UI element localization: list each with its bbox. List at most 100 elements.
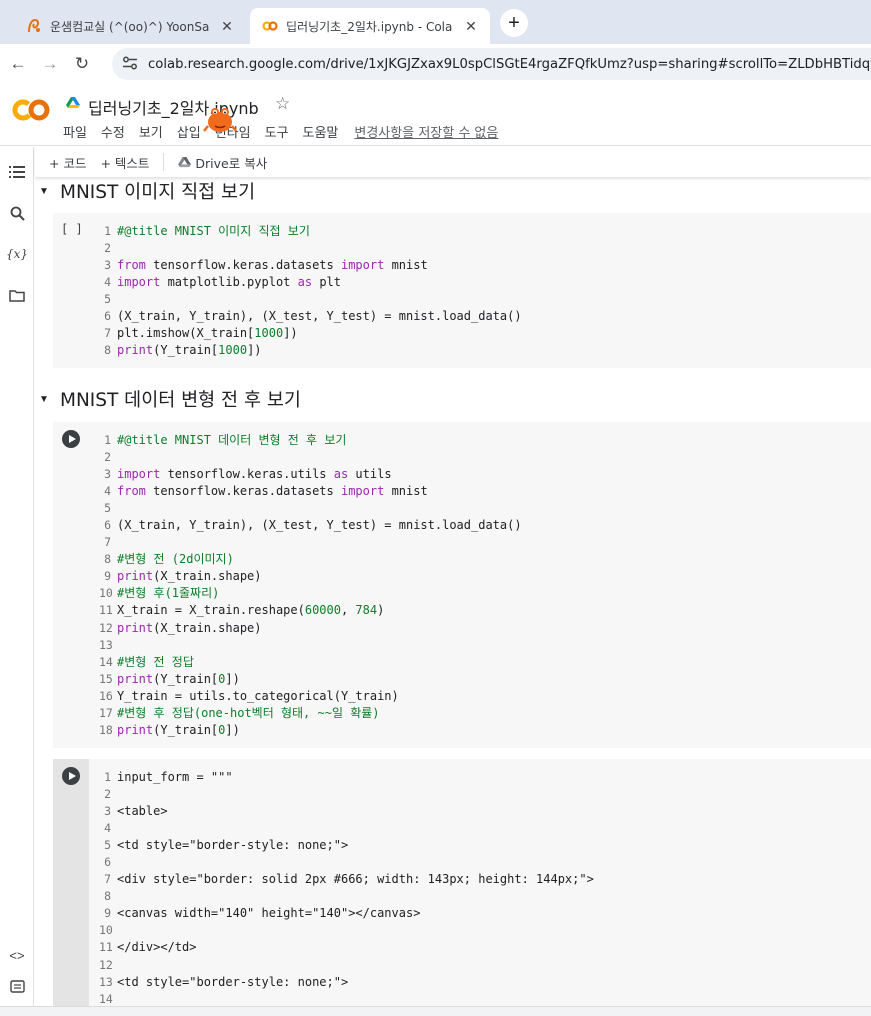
add-code-button[interactable]: + 코드 xyxy=(49,153,86,172)
line-text: </div></td> xyxy=(117,940,197,955)
code-line[interactable]: 5 <td style="border-style: none;"> xyxy=(99,837,594,854)
code-line[interactable]: 9 print(X_train.shape) xyxy=(99,568,522,585)
cell-execution-indicator[interactable]: [ ] xyxy=(61,222,83,236)
code-line[interactable]: 4 from tensorflow.keras.datasets import m… xyxy=(99,483,522,500)
run-cell-button[interactable] xyxy=(62,430,80,448)
code-line[interactable]: 17 #변형 후 정답(one-hot벡터 형태, ~~일 확률) xyxy=(99,705,522,722)
code-line[interactable]: 6 (X_train, Y_train), (X_test, Y_test) = … xyxy=(99,308,522,325)
code-cell[interactable]: 1 #@title MNIST 데이터 변형 전 후 보기 2 3 import ten… xyxy=(53,422,871,748)
line-text: import tensorflow.keras.utils as utils xyxy=(117,467,392,482)
menu-edit[interactable]: 수정 xyxy=(101,122,125,141)
code-snippets-icon[interactable]: <> xyxy=(7,945,27,965)
code-line[interactable]: 1 #@title MNIST 데이터 변형 전 후 보기 xyxy=(99,432,522,449)
code-line[interactable]: 14 #변형 전 정답 xyxy=(99,654,522,671)
code-line[interactable]: 14 xyxy=(99,991,594,1006)
site-info-icon[interactable] xyxy=(122,56,138,73)
tab-close-icon[interactable]: ✕ xyxy=(218,17,236,35)
address-bar[interactable]: colab.research.google.com/drive/1xJKGJZx… xyxy=(112,48,871,80)
code-line[interactable]: 11 </div></td> xyxy=(99,939,594,956)
code-line[interactable]: 6 xyxy=(99,854,594,871)
code-line[interactable]: 2 xyxy=(99,240,522,257)
menu-tools[interactable]: 도구 xyxy=(265,122,289,141)
browser-tab-colab[interactable]: 딥러닝기초_2일차.ipynb - Cola ✕ xyxy=(250,8,490,44)
code-line[interactable]: 11 X_train = X_train.reshape(60000, 784) xyxy=(99,602,522,619)
code-line[interactable]: 9 <canvas width="140" height="140"></canv… xyxy=(99,905,594,922)
code-line[interactable]: 3 <table> xyxy=(99,803,594,820)
code-cell[interactable]: 1 input_form = """ 2 3 <table> 4 5 <td style="b… xyxy=(53,759,871,1006)
code-line[interactable]: 8 print(Y_train[1000]) xyxy=(99,342,522,359)
new-tab-button[interactable]: + xyxy=(500,9,528,37)
line-text: print(Y_train[0]) xyxy=(117,722,240,737)
collapse-caret-icon[interactable]: ▼ xyxy=(39,186,57,197)
line-text: print(X_train.shape) xyxy=(117,620,262,635)
command-palette-icon[interactable] xyxy=(7,976,27,996)
line-number: 10 xyxy=(99,923,113,938)
folder-icon[interactable] xyxy=(7,285,27,305)
code-line[interactable]: 8 #변형 전 (2d이미지) xyxy=(99,551,522,568)
cell-gutter xyxy=(53,422,89,748)
code-line[interactable]: 13 xyxy=(99,637,522,654)
line-text: <td style="border-style: none;"> xyxy=(117,838,349,853)
collapse-caret-icon[interactable]: ▼ xyxy=(39,394,57,405)
code-line[interactable]: 1 #@title MNIST 이미지 직접 보기 xyxy=(99,223,522,240)
code-line[interactable]: 15 print(Y_train[0]) xyxy=(99,671,522,688)
colab-logo[interactable] xyxy=(12,98,50,129)
code-editor[interactable]: 1 #@title MNIST 이미지 직접 보기 2 3 from tensorflo… xyxy=(99,223,522,359)
code-line[interactable]: 2 xyxy=(99,449,522,466)
code-line[interactable]: 7 plt.imshow(X_train[1000]) xyxy=(99,325,522,342)
code-line[interactable]: 12 xyxy=(99,957,594,974)
code-line[interactable]: 10 xyxy=(99,922,594,939)
code-line[interactable]: 6 (X_train, Y_train), (X_test, Y_test) = … xyxy=(99,517,522,534)
copy-to-drive-button[interactable]: Drive로 복사 xyxy=(178,153,267,172)
tab-close-icon[interactable]: ✕ xyxy=(462,17,480,35)
code-line[interactable]: 5 xyxy=(99,291,522,308)
unsaved-changes-link[interactable]: 변경사항을 저장할 수 없음 xyxy=(354,122,498,141)
code-line[interactable]: 2 xyxy=(99,786,594,803)
code-line[interactable]: 4 xyxy=(99,820,594,837)
code-line[interactable]: 4 import matplotlib.pyplot as plt xyxy=(99,274,522,291)
code-line[interactable]: 12 print(X_train.shape) xyxy=(99,620,522,637)
code-cell[interactable]: [ ] 1 #@title MNIST 이미지 직접 보기 2 3 from tenso… xyxy=(53,213,871,368)
code-line[interactable]: 13 <td style="border-style: none;"> xyxy=(99,974,594,991)
code-line[interactable]: 18 print(Y_train[0]) xyxy=(99,722,522,739)
line-number: 11 xyxy=(99,603,113,618)
table-of-contents-icon[interactable] xyxy=(7,162,27,182)
menu-view[interactable]: 보기 xyxy=(139,122,163,141)
reload-icon[interactable]: ↻ xyxy=(68,50,96,78)
menu-file[interactable]: 파일 xyxy=(63,122,87,141)
line-number: 12 xyxy=(99,620,113,635)
menu-help[interactable]: 도움말 xyxy=(303,122,339,141)
menu-insert[interactable]: 삽입 xyxy=(177,122,201,141)
variables-icon[interactable]: {x} xyxy=(6,244,28,264)
code-editor[interactable]: 1 input_form = """ 2 3 <table> 4 5 <td style="b… xyxy=(99,769,594,1006)
run-cell-button[interactable] xyxy=(62,767,80,785)
tab-title: 딥러닝기초_2일차.ipynb - Cola xyxy=(286,19,453,34)
browser-tab-yoonsam[interactable]: 운샘컴교실 (^(oo)^) YoonSa ✕ xyxy=(14,8,246,44)
search-icon[interactable] xyxy=(7,203,27,223)
star-icon[interactable]: ☆ xyxy=(275,94,290,114)
copy-to-drive-label: Drive로 복사 xyxy=(195,155,268,171)
code-line[interactable]: 3 import tensorflow.keras.utils as utils xyxy=(99,466,522,483)
section-header[interactable]: ▼ MNIST 데이터 변형 전 후 보기 xyxy=(35,385,301,413)
back-arrow-icon[interactable]: ← xyxy=(4,50,32,78)
forward-arrow-icon[interactable]: → xyxy=(36,50,64,78)
line-number: 15 xyxy=(99,671,113,686)
code-line[interactable]: 16 Y_train = utils.to_categorical(Y_train… xyxy=(99,688,522,705)
code-editor[interactable]: 1 #@title MNIST 데이터 변형 전 후 보기 2 3 import ten… xyxy=(99,432,522,739)
tab-title: 운샘컴교실 (^(oo)^) YoonSa xyxy=(50,19,210,34)
line-number: 5 xyxy=(104,292,111,307)
code-line[interactable]: 10 #변형 후(1줄짜리) xyxy=(99,585,522,602)
code-line[interactable]: 3 from tensorflow.keras.datasets import m… xyxy=(99,257,522,274)
line-text: import matplotlib.pyplot as plt xyxy=(117,275,341,290)
line-number: 7 xyxy=(104,872,111,887)
code-line[interactable]: 7 xyxy=(99,534,522,551)
add-text-button[interactable]: + 텍스트 xyxy=(100,153,149,172)
code-line[interactable]: 1 input_form = """ xyxy=(99,769,594,786)
code-line[interactable]: 8 xyxy=(99,888,594,905)
notebook-toolbar: + 코드 + 텍스트 Drive로 복사 xyxy=(35,147,871,177)
code-line[interactable]: 7 <div style="border: solid 2px #666; wid… xyxy=(99,871,594,888)
line-number: 2 xyxy=(104,241,111,256)
code-line[interactable]: 5 xyxy=(99,500,522,517)
section-header[interactable]: ▼ MNIST 이미지 직접 보기 xyxy=(35,177,255,205)
line-number: 8 xyxy=(104,552,111,567)
